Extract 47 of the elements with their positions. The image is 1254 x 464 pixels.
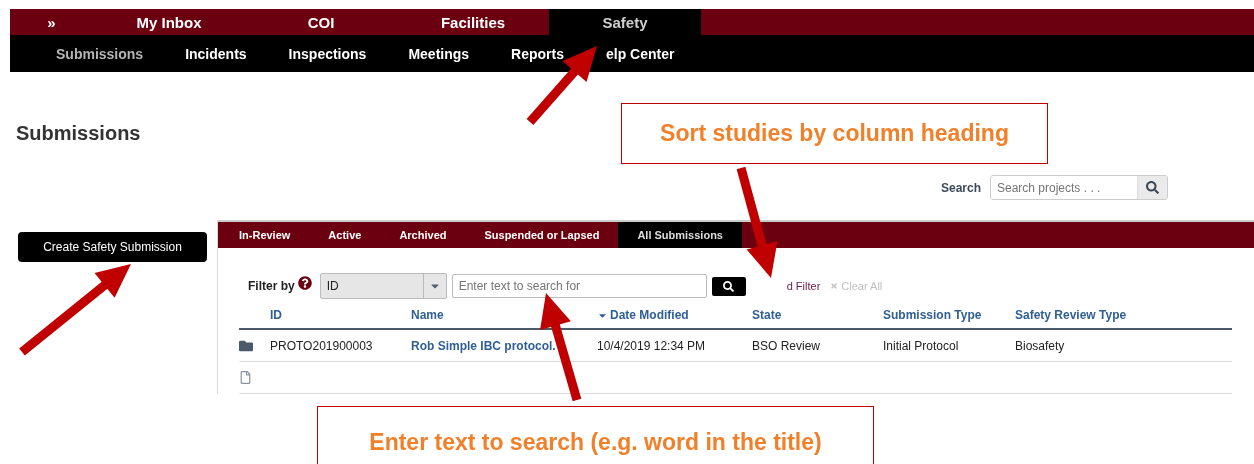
- top-nav-tab[interactable]: My Inbox: [93, 9, 245, 35]
- filter-tab[interactable]: Suspended or Lapsed: [465, 222, 619, 248]
- sub-nav-link[interactable]: elp Center: [606, 45, 675, 62]
- expand-menu-button[interactable]: »: [10, 9, 93, 35]
- top-nav-tab[interactable]: Safety: [549, 9, 701, 35]
- search-icon: [1146, 181, 1159, 194]
- create-submission-button[interactable]: Create Safety Submission: [18, 232, 207, 262]
- top-nav-tab[interactable]: COI: [245, 9, 397, 35]
- filter-tab[interactable]: In-Review: [220, 222, 310, 248]
- filter-tab[interactable]: All Submissions: [618, 222, 742, 248]
- filter-label: Filter by: [248, 279, 295, 293]
- column-heading[interactable]: Name: [411, 308, 597, 322]
- column-heading[interactable]: ID: [270, 308, 411, 322]
- search-field[interactable]: Search projects . . .: [990, 175, 1168, 200]
- sub-nav-link[interactable]: Incidents: [185, 45, 247, 62]
- table-cell-text: Biosafety: [1015, 338, 1066, 353]
- close-icon: [830, 282, 839, 290]
- annotation-callout: Enter text to search (e.g. word in the title): [317, 406, 874, 464]
- search-button[interactable]: [711, 276, 746, 296]
- sub-nav-link[interactable]: Inspections: [288, 45, 367, 62]
- table-cell-text: PROTO201900003: [270, 338, 374, 353]
- filter-tab[interactable]: Active: [309, 222, 381, 248]
- folder-icon: [239, 338, 253, 353]
- search-label: Search: [940, 180, 981, 195]
- column-heading[interactable]: Submission Type: [883, 308, 1015, 322]
- column-heading[interactable]: Safety Review Type: [1015, 308, 1232, 322]
- sub-nav-link[interactable]: Meetings: [408, 45, 470, 62]
- add-filter-link[interactable]: d Filter: [786, 280, 821, 292]
- page-title: Submissions: [16, 122, 141, 144]
- table-cell-text: BSO Review: [752, 338, 822, 353]
- sub-nav-link[interactable]: Submissions: [56, 45, 144, 62]
- filter-field-select[interactable]: ID: [319, 273, 447, 299]
- filter-text-field[interactable]: Enter text to search for: [451, 274, 707, 298]
- annotation-callout: Sort studies by column heading: [621, 103, 1048, 164]
- sub-nav-link[interactable]: Reports: [511, 45, 564, 62]
- submission-name-link[interactable]: Rob Simple IBC protocol.: [411, 338, 597, 353]
- search-button[interactable]: [1137, 176, 1167, 199]
- document-icon: [239, 371, 252, 384]
- help-icon[interactable]: [297, 276, 312, 290]
- table-cell-text: Initial Protocol: [883, 338, 960, 353]
- top-nav-tab[interactable]: Facilities: [397, 9, 549, 35]
- clear-all-text: Clear All: [841, 280, 883, 292]
- filter-tab[interactable]: Archived: [380, 222, 466, 248]
- column-heading[interactable]: Date Modified: [597, 308, 752, 322]
- column-heading[interactable]: State: [752, 308, 883, 322]
- search-icon: [723, 280, 735, 292]
- table-cell-text: 10/4/2019 12:34 PM: [597, 338, 707, 353]
